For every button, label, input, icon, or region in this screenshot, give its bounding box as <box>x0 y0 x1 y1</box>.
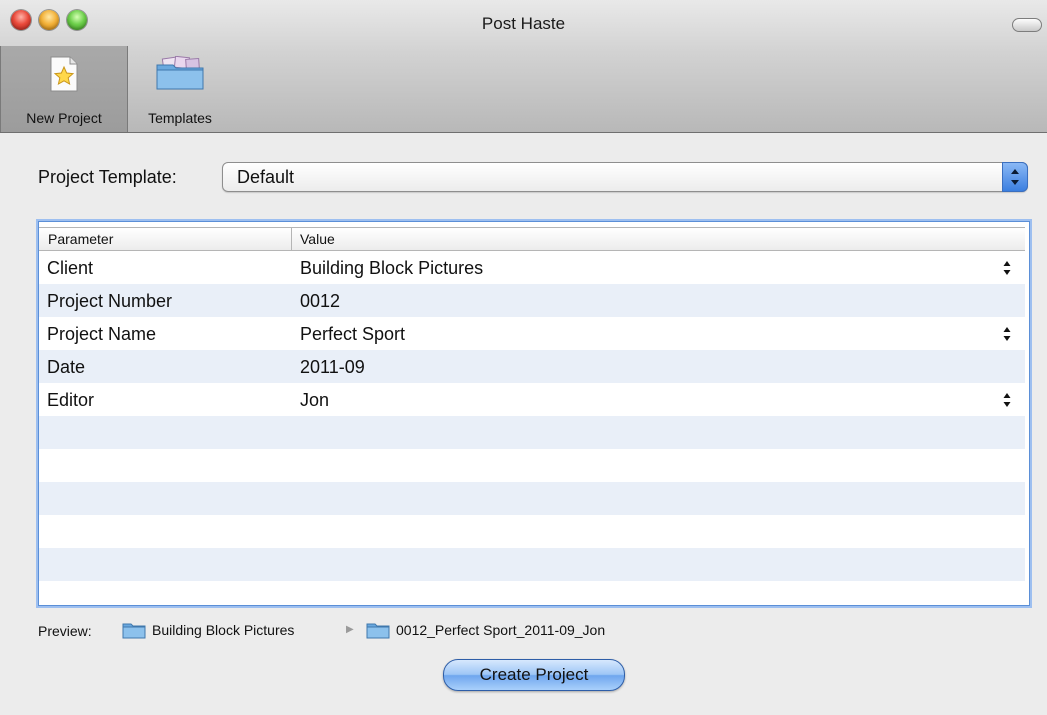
preview-crumb-project-text: 0012_Perfect Sport_2011-09_Jon <box>396 622 606 638</box>
table-row[interactable]: Date 2011-09 <box>39 350 1025 383</box>
table-row[interactable]: Project Name Perfect Sport <box>39 317 1025 350</box>
value-cell[interactable]: Building Block Pictures <box>300 258 483 279</box>
app-window: Post Haste New Project Templates Project… <box>0 0 1047 715</box>
value-cell[interactable]: Jon <box>300 390 329 411</box>
value-cell[interactable]: 0012 <box>300 291 340 312</box>
parameter-cell: Client <box>47 258 94 278</box>
window-title: Post Haste <box>481 14 566 33</box>
toolbar-templates[interactable]: Templates <box>132 46 228 132</box>
value-cell[interactable]: 2011-09 <box>300 357 365 378</box>
table-row[interactable]: Project Number 0012 <box>39 284 1025 317</box>
folder-icon <box>122 623 146 639</box>
photo-folder-icon <box>156 56 204 90</box>
project-template-popup[interactable]: Default <box>222 162 1028 192</box>
stepper-icon[interactable] <box>1003 260 1011 276</box>
parameter-cell: Editor <box>47 390 95 410</box>
folder-icon <box>366 623 390 639</box>
parameter-cell: Project Number <box>47 291 173 311</box>
stepper-icon[interactable] <box>1003 392 1011 408</box>
parameter-table: Parameter Value Client Building Block Pi… <box>38 221 1030 606</box>
empty-row <box>39 449 1025 482</box>
project-template-row: Project Template: Default <box>38 162 1028 192</box>
empty-row <box>39 515 1025 548</box>
toolbar-toggle-button[interactable] <box>1012 18 1042 32</box>
project-template-label: Project Template: <box>38 167 177 187</box>
stepper-icon[interactable] <box>1003 326 1011 342</box>
table-row[interactable]: Client Building Block Pictures <box>39 251 1025 284</box>
toolbar-new-project-label: New Project <box>26 110 102 126</box>
star-document-icon <box>50 56 78 92</box>
column-header-parameter[interactable]: Parameter <box>48 231 113 247</box>
project-template-value: Default <box>237 167 295 187</box>
popup-arrows-icon <box>1002 162 1028 192</box>
parameter-cell: Project Name <box>47 324 157 344</box>
empty-row <box>39 416 1025 449</box>
create-project-button[interactable]: Create Project <box>443 659 625 691</box>
parameter-cell: Date <box>47 357 86 377</box>
empty-row <box>39 548 1025 581</box>
table-header: Parameter Value <box>39 227 1025 251</box>
table-row[interactable]: Editor Jon <box>39 383 1025 416</box>
column-header-value[interactable]: Value <box>300 231 335 247</box>
empty-row <box>39 581 1025 605</box>
toolbar-templates-label: Templates <box>148 110 212 126</box>
path-separator-icon: ▶ <box>346 624 354 635</box>
value-cell[interactable]: Perfect Sport <box>300 324 405 345</box>
table-body: Client Building Block Pictures Project N… <box>39 251 1025 605</box>
preview-crumb-client-text: Building Block Pictures <box>152 622 295 638</box>
title-toolbar: Post Haste New Project Templates <box>0 0 1047 133</box>
empty-row <box>39 482 1025 515</box>
toolbar-new-project[interactable]: New Project <box>0 46 128 132</box>
preview-label: Preview: <box>38 623 92 639</box>
